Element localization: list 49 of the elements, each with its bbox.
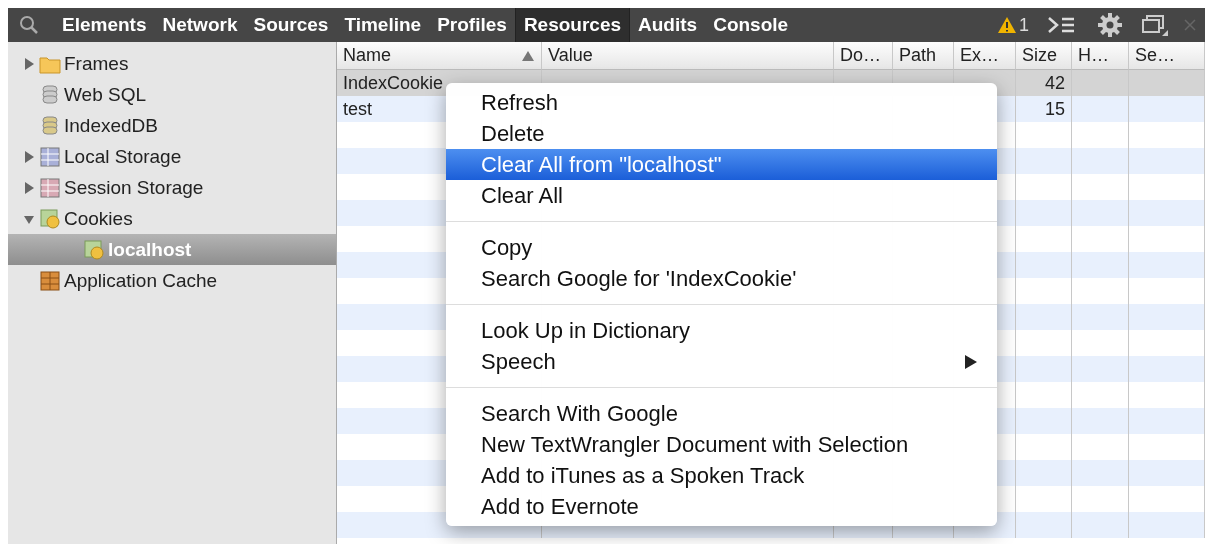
sidebar-item[interactable]: Local Storage bbox=[8, 141, 336, 172]
database-icon bbox=[39, 114, 61, 137]
sidebar-item[interactable]: Application Cache bbox=[8, 265, 336, 296]
panel-tab[interactable]: Elements bbox=[54, 8, 155, 42]
settings-icon[interactable] bbox=[1097, 12, 1123, 38]
sidebar-item[interactable]: Frames bbox=[8, 48, 336, 79]
sidebar-item[interactable]: IndexedDB bbox=[8, 110, 336, 141]
collapsed-triangle-icon[interactable] bbox=[24, 57, 34, 70]
collapsed-triangle-icon[interactable] bbox=[24, 181, 34, 194]
warning-icon[interactable] bbox=[998, 17, 1016, 33]
column-header[interactable]: Name bbox=[337, 42, 542, 70]
menu-item[interactable]: Search Google for 'IndexCookie' bbox=[446, 263, 997, 294]
menu-item[interactable]: Clear All bbox=[446, 180, 997, 211]
collapsed-triangle-icon[interactable] bbox=[24, 150, 34, 163]
column-header[interactable]: Value bbox=[542, 42, 834, 70]
sidebar-item[interactable]: Session Storage bbox=[8, 172, 336, 203]
cookie-icon bbox=[83, 238, 105, 261]
menu-item[interactable]: Search With Google bbox=[446, 398, 997, 429]
sidebar-item[interactable]: Web SQL bbox=[8, 79, 336, 110]
grid-icon bbox=[39, 145, 61, 168]
panel-tab[interactable]: Network bbox=[154, 8, 246, 42]
menu-item[interactable]: Add to Evernote bbox=[446, 491, 997, 522]
panel-tab[interactable]: Sources bbox=[245, 8, 337, 42]
grid-icon bbox=[39, 269, 61, 292]
column-header[interactable]: Ex… bbox=[954, 42, 1016, 70]
menu-item[interactable]: Add to iTunes as a Spoken Track bbox=[446, 460, 997, 491]
menu-item[interactable]: Clear All from "localhost" bbox=[446, 149, 997, 180]
column-header[interactable]: Path bbox=[893, 42, 954, 70]
cookie-icon bbox=[39, 207, 61, 230]
column-header[interactable]: Size bbox=[1016, 42, 1072, 70]
database-icon bbox=[39, 83, 61, 106]
menu-item[interactable]: Look Up in Dictionary bbox=[446, 315, 997, 346]
column-header[interactable]: Se… bbox=[1129, 42, 1205, 70]
warning-count[interactable]: 1 bbox=[1019, 14, 1029, 36]
console-drawer-icon[interactable] bbox=[1047, 15, 1077, 35]
panel-tab[interactable]: Resources bbox=[514, 8, 631, 42]
menu-item[interactable]: Copy bbox=[446, 232, 997, 263]
panel-tab[interactable]: Profiles bbox=[429, 8, 515, 42]
column-header[interactable]: H… bbox=[1072, 42, 1129, 70]
panel-tab[interactable]: Timeline bbox=[336, 8, 430, 42]
panel-tab[interactable]: Console bbox=[705, 8, 797, 42]
menu-item[interactable]: New TextWrangler Document with Selection bbox=[446, 429, 997, 460]
dock-icon[interactable] bbox=[1141, 13, 1169, 37]
search-icon[interactable] bbox=[18, 14, 40, 36]
sidebar-item[interactable]: Cookies bbox=[8, 203, 336, 234]
column-header[interactable]: Do… bbox=[834, 42, 893, 70]
menu-item[interactable]: Speech bbox=[446, 346, 997, 377]
grid-icon bbox=[39, 176, 61, 199]
panel-tab[interactable]: Audits bbox=[630, 8, 706, 42]
